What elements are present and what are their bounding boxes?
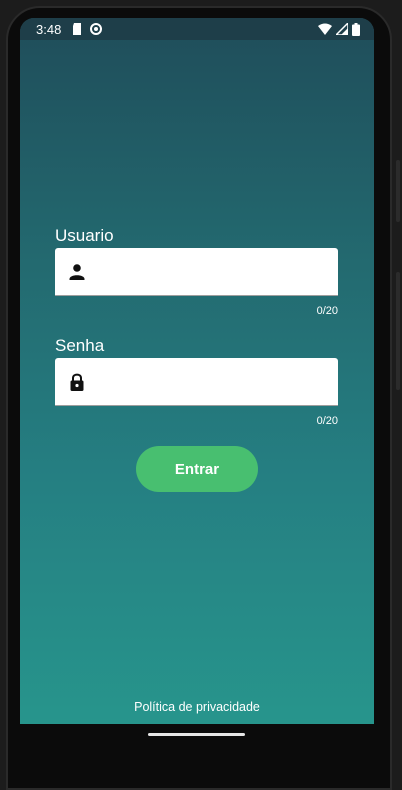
sync-icon (90, 23, 102, 35)
battery-icon (352, 22, 360, 36)
username-counter: 0/20 (316, 305, 338, 317)
password-label: Senha (55, 336, 105, 355)
status-time: 3:48 (36, 22, 62, 37)
volume-button (396, 272, 400, 390)
lock-icon (70, 373, 84, 391)
password-counter: 0/20 (316, 415, 338, 427)
navigation-handle[interactable] (148, 733, 245, 736)
signal-icon (336, 23, 348, 35)
device-frame: 3:48 Usuario 0/20 Senha 0/20 Entrar Polí… (0, 0, 402, 790)
privacy-policy-link[interactable]: Política de privacidade (20, 700, 374, 714)
username-field[interactable] (55, 248, 338, 296)
status-icons-right (318, 22, 360, 36)
login-button[interactable]: Entrar (136, 446, 258, 492)
person-icon (69, 264, 85, 280)
password-field[interactable] (55, 358, 338, 406)
sd-card-icon (73, 23, 81, 35)
app-screen: 3:48 Usuario 0/20 Senha 0/20 Entrar Polí… (20, 18, 374, 724)
password-input[interactable] (99, 358, 333, 406)
username-input[interactable] (99, 248, 333, 296)
status-bar: 3:48 (20, 18, 374, 40)
wifi-icon (318, 23, 332, 35)
power-button (396, 160, 400, 222)
username-label: Usuario (55, 226, 114, 245)
